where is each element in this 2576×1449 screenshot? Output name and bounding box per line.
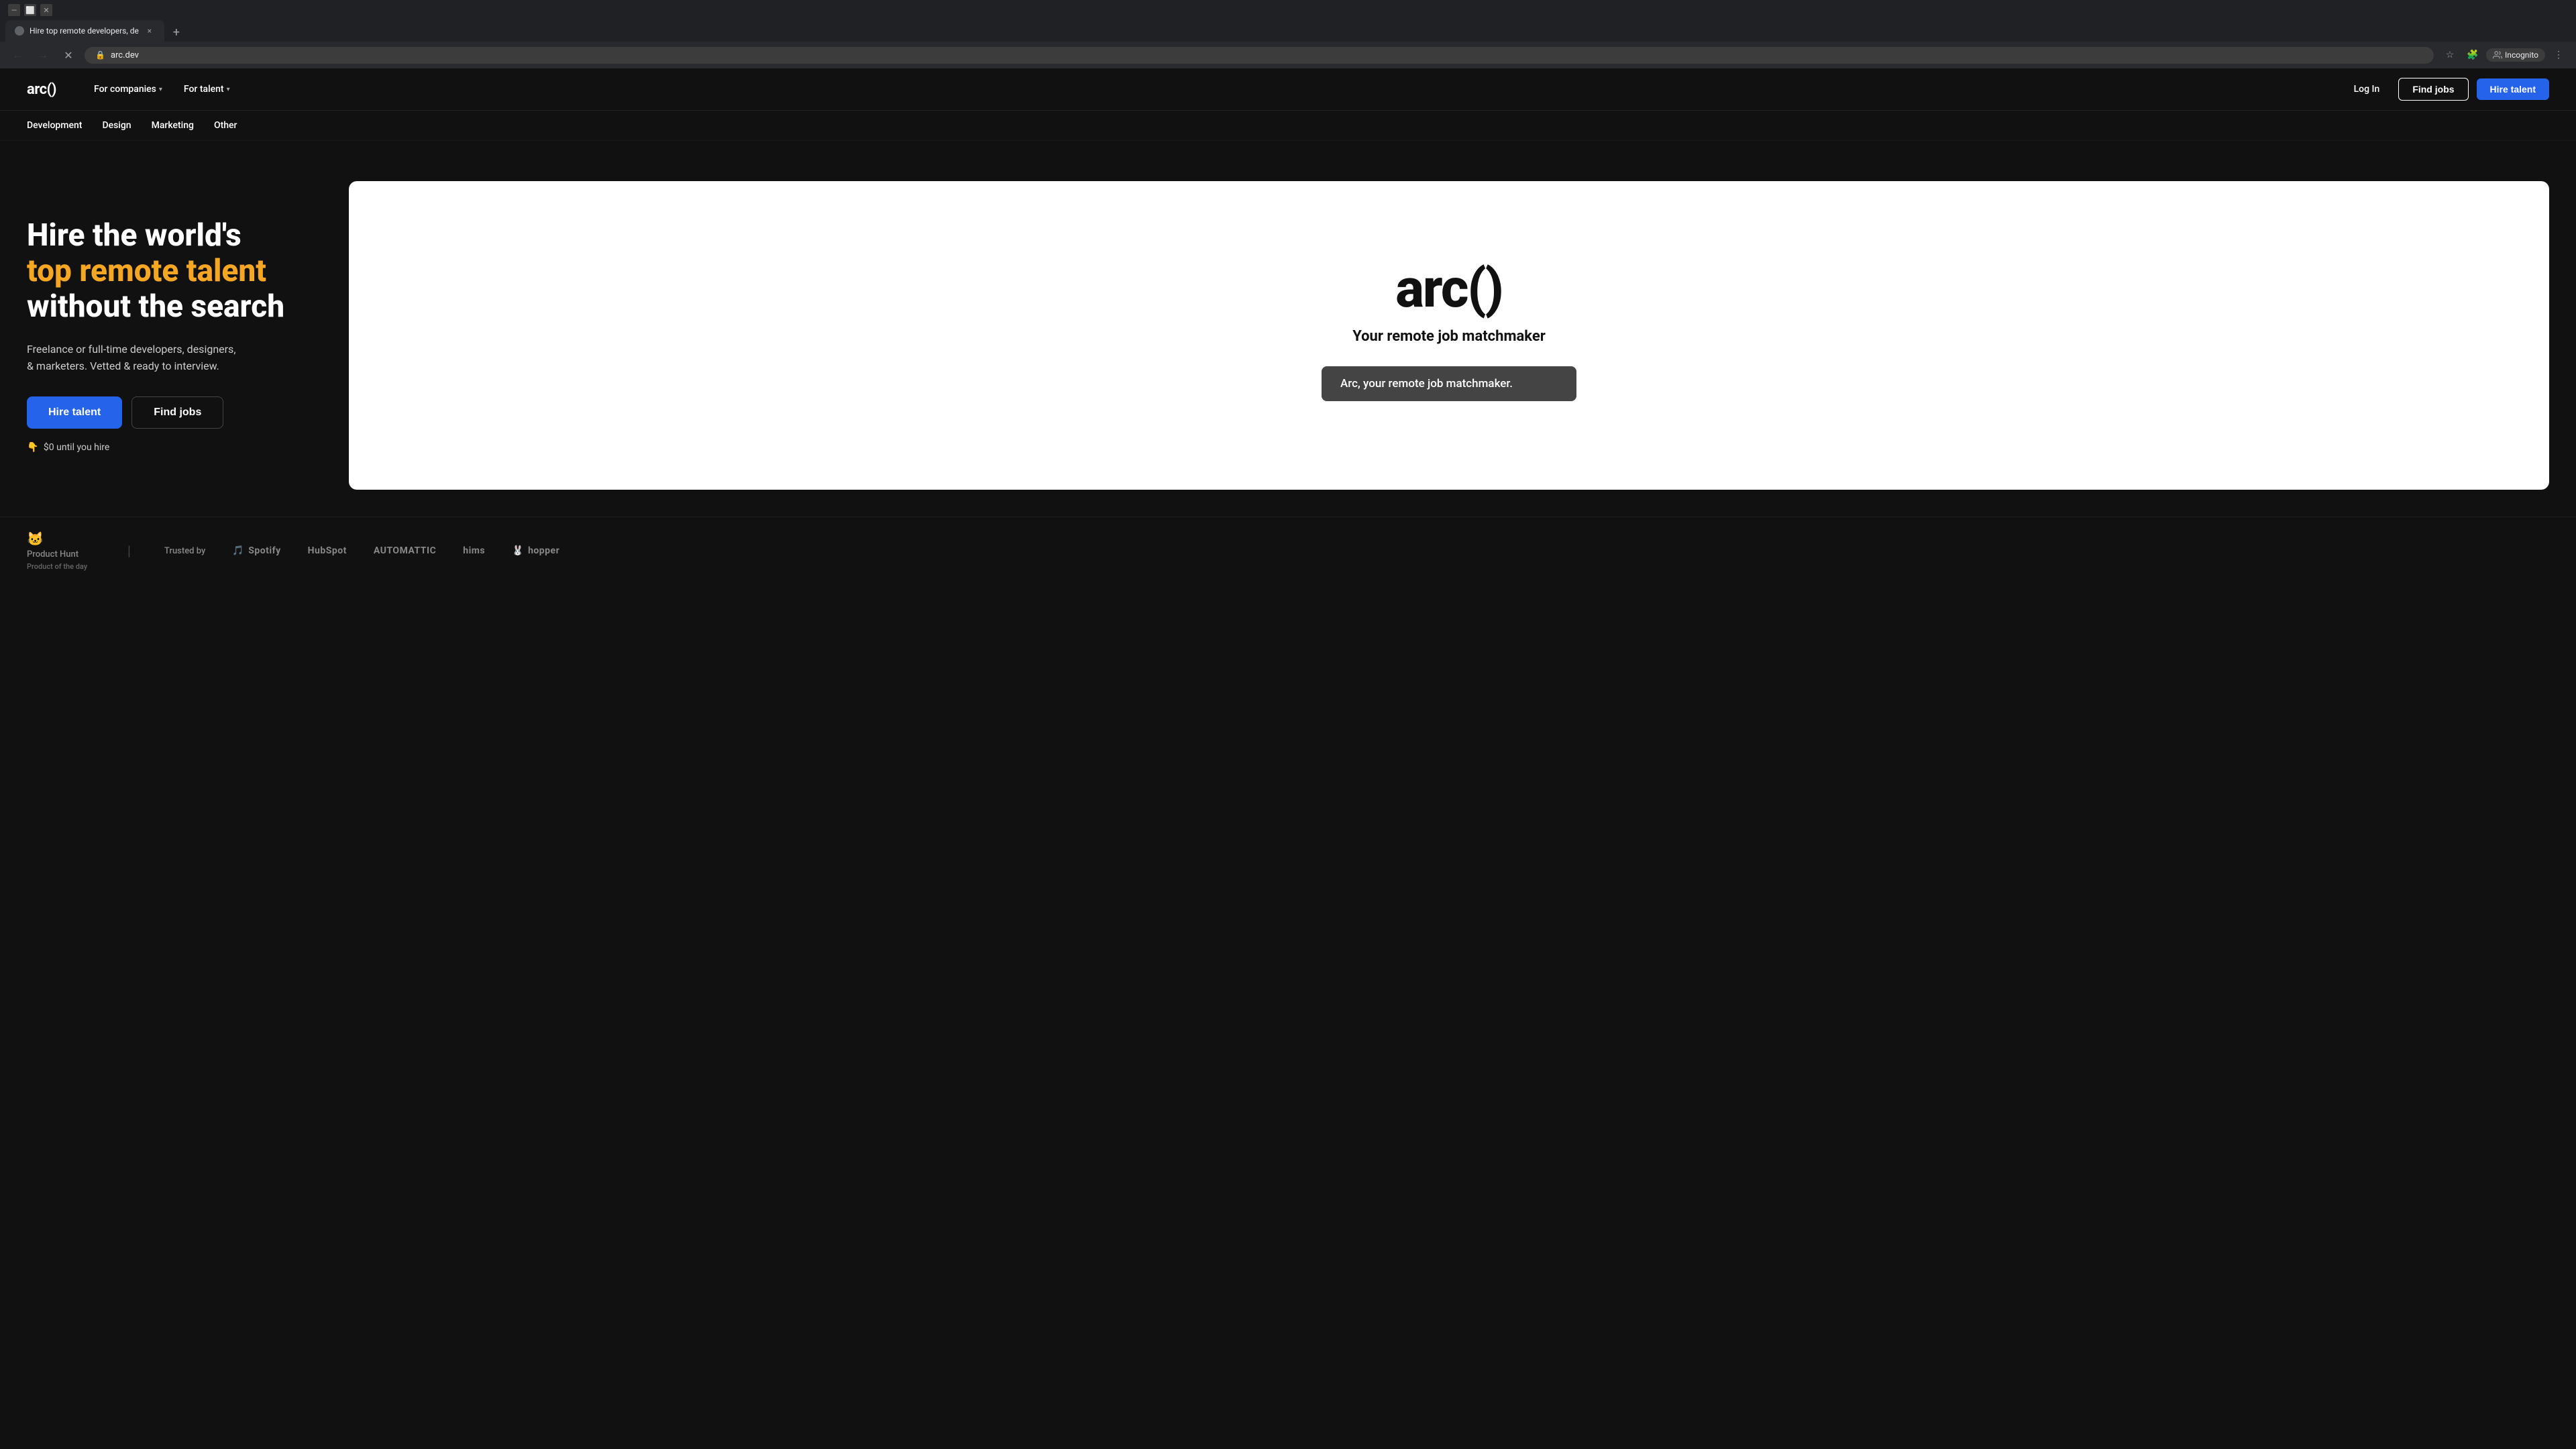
bookmark-button[interactable]: ☆ — [2440, 46, 2459, 64]
back-button[interactable]: ← — [8, 46, 27, 64]
hero-section: Hire the world's top remote talent witho… — [0, 141, 2576, 517]
sub-nav-other[interactable]: Other — [214, 119, 237, 132]
hero-text: Hire the world's top remote talent witho… — [27, 218, 309, 453]
window-controls: — ⬜ ✕ — [8, 4, 52, 16]
hopper-icon: 🐰 — [512, 545, 524, 556]
automattic-logo: AUTOMATTIC — [374, 545, 436, 556]
chevron-down-icon: ▾ — [159, 86, 162, 93]
url-text: arc.dev — [111, 50, 139, 60]
chevron-down-icon: ▾ — [227, 86, 230, 93]
hopper-logo: 🐰 hopper — [512, 545, 559, 556]
tab-favicon — [15, 26, 24, 36]
spotify-icon: 🎵 — [232, 545, 244, 556]
nav-for-companies-label: For companies — [94, 84, 156, 95]
site-logo[interactable]: arc() — [27, 81, 56, 98]
minimize-button[interactable]: — — [8, 4, 20, 16]
divider: | — [127, 543, 131, 559]
hero-title-highlight: top remote talent — [27, 253, 266, 289]
trusted-by-label: Trusted by — [164, 546, 205, 556]
incognito-label: Incognito — [2505, 50, 2538, 60]
product-hunt-name: Product Hunt — [27, 549, 94, 559]
preview-input[interactable]: Arc, your remote job matchmaker. — [1322, 366, 1576, 401]
hero-title-line3: without the search — [27, 288, 284, 325]
nav-links: For companies ▾ For talent ▾ — [83, 80, 2343, 99]
hero-cta-buttons: Hire talent Find jobs — [27, 396, 309, 429]
menu-button[interactable]: ⋮ — [2549, 46, 2568, 64]
hero-hire-talent-button[interactable]: Hire talent — [27, 396, 122, 429]
hero-title: Hire the world's top remote talent witho… — [27, 218, 309, 325]
sub-nav-development[interactable]: Development — [27, 119, 82, 132]
maximize-button[interactable]: ⬜ — [24, 4, 36, 16]
preview-tagline: Your remote job matchmaker — [1352, 328, 1546, 345]
tab-close-button[interactable]: × — [144, 25, 155, 36]
hero-description: Freelance or full-time developers, desig… — [27, 341, 309, 375]
close-button[interactable]: ✕ — [40, 4, 52, 16]
trusted-logos: 🎵 Spotify HubSpot AUTOMATTIC hims 🐰 hopp… — [232, 545, 559, 556]
extensions-button[interactable]: 🧩 — [2463, 46, 2482, 64]
browser-chrome: — ⬜ ✕ Hire top remote developers, de × +… — [0, 0, 2576, 68]
tab-bar: Hire top remote developers, de × + — [0, 20, 2576, 42]
spotify-logo: 🎵 Spotify — [232, 545, 280, 556]
forward-button[interactable]: → — [34, 46, 52, 64]
nav-for-talent-label: For talent — [184, 84, 224, 95]
product-hunt-sublabel: Product of the day — [27, 562, 94, 571]
hubspot-logo: HubSpot — [308, 545, 347, 556]
sub-navigation: Development Design Marketing Other — [0, 111, 2576, 141]
preview-logo: arc() — [1395, 257, 1503, 320]
tab-title: Hire top remote developers, de — [30, 26, 139, 36]
reload-button[interactable]: ✕ — [59, 46, 78, 64]
sub-nav-design[interactable]: Design — [102, 119, 131, 132]
hero-note-text: $0 until you hire — [44, 442, 109, 453]
product-hunt-label: 🐱 Product Hunt Product of the day — [27, 531, 94, 571]
hero-find-jobs-button[interactable]: Find jobs — [131, 396, 223, 429]
product-hunt-icon: 🐱 — [27, 531, 94, 547]
hims-logo: hims — [463, 545, 485, 556]
hire-talent-nav-button[interactable]: Hire talent — [2477, 78, 2549, 100]
hero-note: 👇 $0 until you hire — [27, 442, 309, 453]
note-emoji: 👇 — [27, 442, 38, 453]
hero-title-line1: Hire the world's — [27, 217, 241, 254]
trusted-section: 🐱 Product Hunt Product of the day | Trus… — [0, 517, 2576, 584]
nav-for-talent[interactable]: For talent ▾ — [173, 80, 241, 99]
find-jobs-button[interactable]: Find jobs — [2398, 78, 2468, 101]
nav-for-companies[interactable]: For companies ▾ — [83, 80, 173, 99]
nav-right: Log In Find jobs Hire talent — [2343, 78, 2549, 101]
site-content: arc() For companies ▾ For talent ▾ Log I… — [0, 68, 2576, 584]
browser-titlebar: — ⬜ ✕ — [0, 0, 2576, 20]
sub-nav-marketing[interactable]: Marketing — [152, 119, 194, 132]
incognito-icon — [2493, 50, 2502, 60]
site-navigation: arc() For companies ▾ For talent ▾ Log I… — [0, 68, 2576, 111]
url-bar[interactable]: 🔒 arc.dev — [85, 47, 2434, 64]
hero-preview-card: arc() Your remote job matchmaker Arc, yo… — [349, 181, 2549, 490]
active-tab[interactable]: Hire top remote developers, de × — [5, 20, 164, 42]
browser-actions: ☆ 🧩 Incognito ⋮ — [2440, 46, 2568, 64]
login-button[interactable]: Log In — [2343, 78, 2391, 100]
address-bar: ← → ✕ 🔒 arc.dev ☆ 🧩 Incognito ⋮ — [0, 42, 2576, 68]
new-tab-button[interactable]: + — [167, 23, 186, 42]
incognito-badge[interactable]: Incognito — [2486, 48, 2545, 62]
lock-icon: 🔒 — [95, 50, 105, 60]
